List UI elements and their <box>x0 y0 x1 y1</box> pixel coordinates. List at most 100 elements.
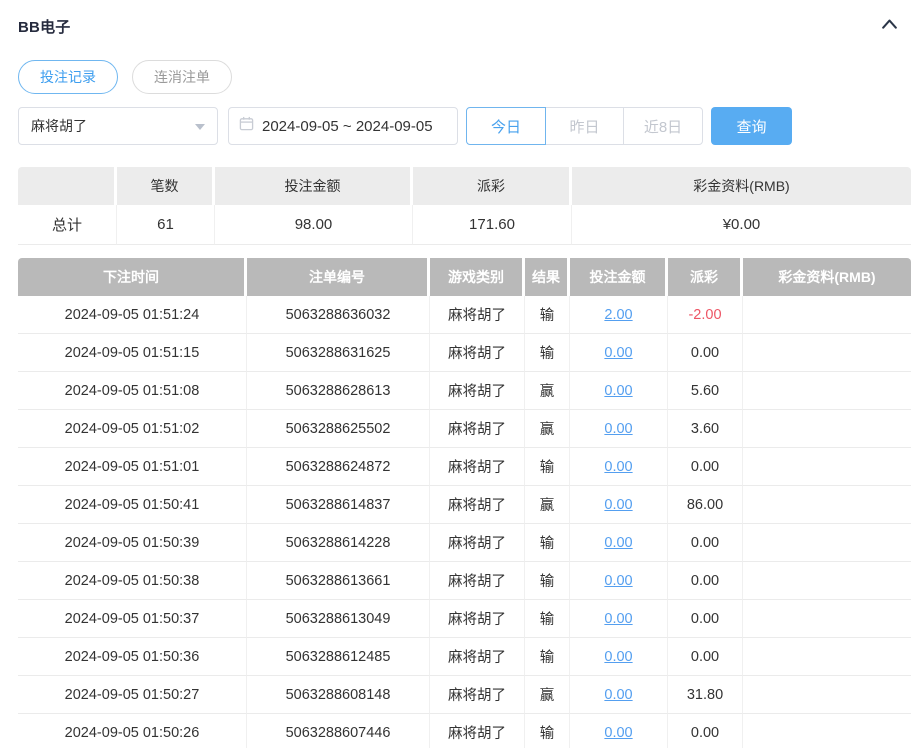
col-header-order-id: 注单编号 <box>247 258 430 296</box>
cell-bet-amount: 0.00 <box>570 334 668 372</box>
col-header-game-type: 游戏类别 <box>430 258 525 296</box>
summary-bet-amount-value: 98.00 <box>215 205 413 245</box>
bet-amount-link[interactable]: 2.00 <box>604 307 632 323</box>
cell-bet-time: 2024-09-05 01:50:38 <box>18 562 247 600</box>
bet-amount-link[interactable]: 0.00 <box>604 725 632 741</box>
cell-result: 输 <box>525 524 570 562</box>
cell-result: 赢 <box>525 486 570 524</box>
cell-bet-time: 2024-09-05 01:51:08 <box>18 372 247 410</box>
cell-order-id: 5063288613661 <box>247 562 430 600</box>
bet-amount-link[interactable]: 0.00 <box>604 687 632 703</box>
cell-payout: 3.60 <box>668 410 743 448</box>
cell-game-type: 麻将胡了 <box>430 714 525 748</box>
today-button[interactable]: 今日 <box>466 107 546 145</box>
bet-amount-link[interactable]: 0.00 <box>604 383 632 399</box>
cell-order-id: 5063288614837 <box>247 486 430 524</box>
cell-game-type: 麻将胡了 <box>430 638 525 676</box>
cell-order-id: 5063288625502 <box>247 410 430 448</box>
cell-payout: 5.60 <box>668 372 743 410</box>
cell-order-id: 5063288628613 <box>247 372 430 410</box>
cell-bet-time: 2024-09-05 01:51:15 <box>18 334 247 372</box>
cell-bet-time: 2024-09-05 01:51:02 <box>18 410 247 448</box>
summary-total-label: 总计 <box>18 205 117 245</box>
cell-bet-amount: 0.00 <box>570 562 668 600</box>
cell-result: 输 <box>525 296 570 334</box>
cell-payout: 86.00 <box>668 486 743 524</box>
cell-bonus <box>743 714 911 748</box>
col-header-bet-amount: 投注金额 <box>570 258 668 296</box>
date-range-value: 2024-09-05 ~ 2024-09-05 <box>262 117 433 135</box>
calendar-icon <box>239 116 254 136</box>
cell-game-type: 麻将胡了 <box>430 486 525 524</box>
cell-game-type: 麻将胡了 <box>430 448 525 486</box>
cell-payout: 0.00 <box>668 714 743 748</box>
cell-payout: 31.80 <box>668 676 743 714</box>
cell-result: 输 <box>525 448 570 486</box>
cell-payout: 0.00 <box>668 638 743 676</box>
cell-game-type: 麻将胡了 <box>430 600 525 638</box>
collapse-button[interactable] <box>878 14 901 38</box>
records-table: 下注时间 注单编号 游戏类别 结果 投注金额 派彩 彩金资料(RMB) 2024… <box>18 258 911 748</box>
search-button[interactable]: 查询 <box>711 107 792 145</box>
cell-bet-amount: 0.00 <box>570 372 668 410</box>
cell-order-id: 5063288612485 <box>247 638 430 676</box>
cell-game-type: 麻将胡了 <box>430 676 525 714</box>
bet-amount-link[interactable]: 0.00 <box>604 497 632 513</box>
cell-result: 输 <box>525 638 570 676</box>
game-select-value: 麻将胡了 <box>31 118 87 134</box>
col-header-bet-time: 下注时间 <box>18 258 247 296</box>
cell-bonus <box>743 524 911 562</box>
cell-bonus <box>743 296 911 334</box>
bet-amount-link[interactable]: 0.00 <box>604 611 632 627</box>
tab-cancelled-orders[interactable]: 连消注单 <box>132 60 232 94</box>
last-8-days-button[interactable]: 近8日 <box>623 107 703 145</box>
cell-order-id: 5063288613049 <box>247 600 430 638</box>
panel-header: BB电子 <box>18 0 911 38</box>
cell-bet-time: 2024-09-05 01:50:41 <box>18 486 247 524</box>
cell-bonus <box>743 448 911 486</box>
summary-grid: 笔数 投注金额 派彩 彩金资料(RMB) 总计 61 98.00 171.60 … <box>18 167 911 245</box>
cell-bonus <box>743 638 911 676</box>
cell-game-type: 麻将胡了 <box>430 524 525 562</box>
cell-result: 赢 <box>525 372 570 410</box>
bet-amount-link[interactable]: 0.00 <box>604 535 632 551</box>
records-grid: 下注时间 注单编号 游戏类别 结果 投注金额 派彩 彩金资料(RMB) 2024… <box>18 258 911 748</box>
cell-game-type: 麻将胡了 <box>430 334 525 372</box>
bet-amount-link[interactable]: 0.00 <box>604 649 632 665</box>
col-header-payout: 派彩 <box>668 258 743 296</box>
cell-bet-time: 2024-09-05 01:50:26 <box>18 714 247 748</box>
cell-bet-time: 2024-09-05 01:51:24 <box>18 296 247 334</box>
cell-bet-time: 2024-09-05 01:51:01 <box>18 448 247 486</box>
tab-bet-records[interactable]: 投注记录 <box>18 60 118 94</box>
cell-payout: 0.00 <box>668 600 743 638</box>
cell-payout: 0.00 <box>668 524 743 562</box>
cell-payout: 0.00 <box>668 448 743 486</box>
cell-result: 输 <box>525 562 570 600</box>
cell-result: 赢 <box>525 410 570 448</box>
bet-amount-link[interactable]: 0.00 <box>604 573 632 589</box>
cell-bet-amount: 0.00 <box>570 448 668 486</box>
bet-amount-link[interactable]: 0.00 <box>604 345 632 361</box>
cell-bet-amount: 0.00 <box>570 524 668 562</box>
cell-game-type: 麻将胡了 <box>430 410 525 448</box>
summary-bonus-value: ¥0.00 <box>572 205 911 245</box>
summary-header-count: 笔数 <box>117 167 215 205</box>
bet-amount-link[interactable]: 0.00 <box>604 421 632 437</box>
bet-amount-link[interactable]: 0.00 <box>604 459 632 475</box>
cell-bonus <box>743 562 911 600</box>
yesterday-button[interactable]: 昨日 <box>545 107 624 145</box>
cell-game-type: 麻将胡了 <box>430 372 525 410</box>
date-range-input[interactable]: 2024-09-05 ~ 2024-09-05 <box>228 107 458 145</box>
summary-header-empty <box>18 167 117 205</box>
cell-bonus <box>743 676 911 714</box>
cell-result: 输 <box>525 334 570 372</box>
cell-bet-amount: 0.00 <box>570 676 668 714</box>
cell-bet-amount: 2.00 <box>570 296 668 334</box>
cell-bonus <box>743 334 911 372</box>
cell-order-id: 5063288608148 <box>247 676 430 714</box>
page-title: BB电子 <box>18 18 71 36</box>
summary-header-payout: 派彩 <box>413 167 572 205</box>
cell-bet-amount: 0.00 <box>570 714 668 748</box>
cell-bonus <box>743 486 911 524</box>
game-select[interactable]: 麻将胡了 <box>18 107 218 145</box>
